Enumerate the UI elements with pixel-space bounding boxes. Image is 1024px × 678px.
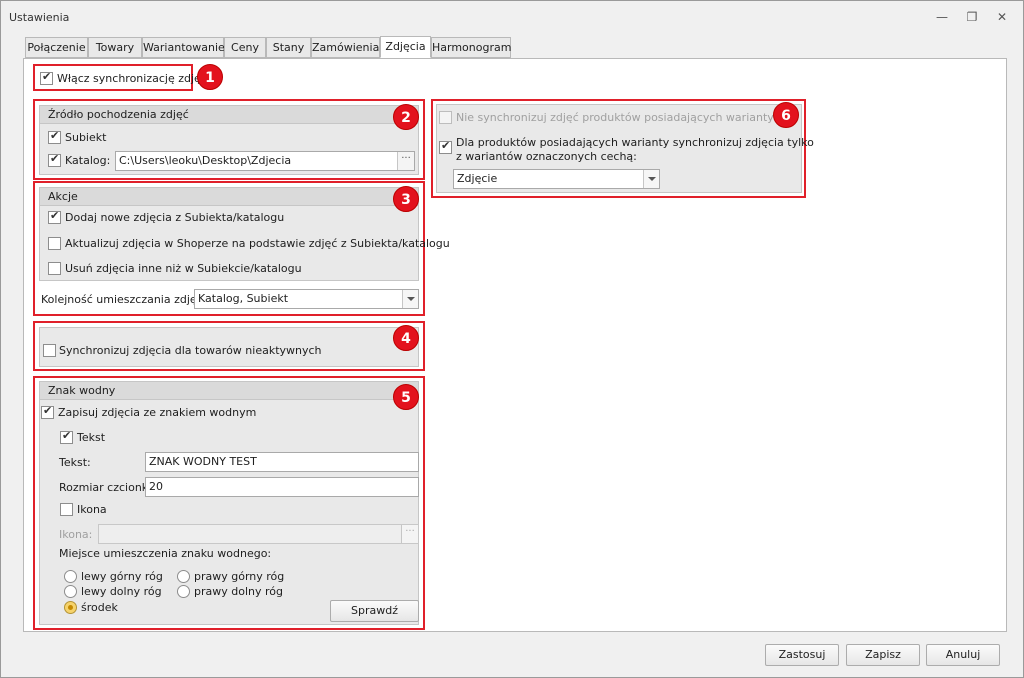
add-new-photos-checkbox[interactable] xyxy=(48,209,61,224)
watermark-icon-checkbox[interactable] xyxy=(60,503,73,516)
radio-bottom-right[interactable] xyxy=(177,585,190,598)
watermark-group-header: Znak wodny xyxy=(40,382,418,400)
tab-wariantowanie[interactable]: Wariantowanie xyxy=(142,37,225,58)
restore-icon[interactable]: ❐ xyxy=(965,10,979,24)
catalog-path-value: C:\Users\leoku\Desktop\Zdjecia xyxy=(119,154,292,167)
watermark-text-value: ZNAK WODNY TEST xyxy=(149,455,257,468)
watermark-save-checkbox[interactable] xyxy=(41,404,54,419)
tab-ceny[interactable]: Ceny xyxy=(224,37,266,58)
font-size-input[interactable]: 20 xyxy=(145,477,419,497)
watermark-text-label: Tekst: xyxy=(59,456,91,469)
source-catalog-label: Katalog: xyxy=(65,154,111,167)
font-size-value: 20 xyxy=(149,480,163,493)
title-bar: Ustawienia — ❐ ✕ xyxy=(1,1,1023,35)
annotation-badge-4: 4 xyxy=(393,325,419,351)
variant-feature-select[interactable]: Zdjęcie xyxy=(453,169,660,189)
radio-top-left-label: lewy górny róg xyxy=(81,570,163,583)
font-size-label: Rozmiar czcionki: xyxy=(59,481,155,494)
enable-sync-checkbox[interactable] xyxy=(40,70,53,85)
annotation-badge-1: 1 xyxy=(197,64,223,90)
placement-label: Miejsce umieszczenia znaku wodnego: xyxy=(59,547,272,560)
inactive-products-checkbox[interactable] xyxy=(43,344,56,357)
tab-harmonogram[interactable]: Harmonogram xyxy=(431,37,511,58)
remove-photos-label: Usuń zdjęcia inne niż w Subiekcie/katalo… xyxy=(65,262,302,275)
chevron-down-icon[interactable] xyxy=(643,170,659,188)
source-subiekt-checkbox[interactable] xyxy=(48,129,61,144)
watermark-icon-toggle-label: Ikona xyxy=(77,503,107,516)
catalog-path-input[interactable]: C:\Users\leoku\Desktop\Zdjecia ··· xyxy=(115,151,415,171)
watermark-text-checkbox[interactable] xyxy=(60,429,73,444)
update-photos-label: Aktualizuj zdjęcia w Shoperze na podstaw… xyxy=(65,237,450,250)
enable-sync-label: Włącz synchronizację zdjęć xyxy=(57,72,207,85)
browse-catalog-button[interactable]: ··· xyxy=(397,152,414,170)
radio-bottom-right-label: prawy dolny róg xyxy=(194,585,283,598)
settings-window: Ustawienia — ❐ ✕ Połączenie Towary Waria… xyxy=(0,0,1024,678)
tab-towary[interactable]: Towary xyxy=(88,37,142,58)
source-subiekt-label: Subiekt xyxy=(65,131,107,144)
save-button[interactable]: Zapisz xyxy=(846,644,920,666)
tab-zamowienia[interactable]: Zamówienia xyxy=(311,37,380,58)
tab-zdjecia[interactable]: Zdjęcia xyxy=(380,36,431,58)
radio-bottom-left-label: lewy dolny róg xyxy=(81,585,162,598)
watermark-text-toggle-label: Tekst xyxy=(77,431,106,444)
annotation-badge-6: 6 xyxy=(773,102,799,128)
cancel-button[interactable]: Anuluj xyxy=(926,644,1000,666)
apply-button[interactable]: Zastosuj xyxy=(765,644,839,666)
watermark-icon-label: Ikona: xyxy=(59,528,93,541)
annotation-badge-2: 2 xyxy=(393,104,419,130)
radio-center[interactable] xyxy=(64,601,77,614)
photo-order-value: Katalog, Subiekt xyxy=(198,292,289,305)
variant-feature-sync-label-line1: Dla produktów posiadających warianty syn… xyxy=(456,136,814,149)
source-group-header: Źródło pochodzenia zdjęć xyxy=(40,106,418,124)
watermark-save-label: Zapisuj zdjęcia ze znakiem wodnym xyxy=(58,406,257,419)
radio-center-label: środek xyxy=(81,601,118,614)
tab-polaczenie[interactable]: Połączenie xyxy=(25,37,88,58)
variant-feature-sync-checkbox[interactable] xyxy=(439,139,452,154)
photo-order-label: Kolejność umieszczania zdjęć: xyxy=(41,293,207,306)
actions-group-header: Akcje xyxy=(40,188,418,206)
watermark-icon-input[interactable]: ··· xyxy=(98,524,419,544)
radio-top-left[interactable] xyxy=(64,570,77,583)
no-variant-sync-label: Nie synchronizuj zdjęć produktów posiada… xyxy=(456,111,774,124)
add-new-photos-label: Dodaj nowe zdjęcia z Subiekta/katalogu xyxy=(65,211,285,224)
check-watermark-button[interactable]: Sprawdź xyxy=(330,600,419,622)
annotation-badge-3: 3 xyxy=(393,186,419,212)
source-catalog-checkbox[interactable] xyxy=(48,152,61,167)
browse-icon-button[interactable]: ··· xyxy=(401,525,418,543)
variant-feature-value: Zdjęcie xyxy=(457,172,498,185)
tab-stany[interactable]: Stany xyxy=(266,37,311,58)
radio-top-right-label: prawy górny róg xyxy=(194,570,285,583)
close-icon[interactable]: ✕ xyxy=(995,10,1009,24)
radio-top-right[interactable] xyxy=(177,570,190,583)
annotation-badge-5: 5 xyxy=(393,384,419,410)
inactive-products-label: Synchronizuj zdjęcia dla towarów nieakty… xyxy=(59,344,322,357)
radio-bottom-left[interactable] xyxy=(64,585,77,598)
window-title: Ustawienia xyxy=(9,11,70,24)
chevron-down-icon[interactable] xyxy=(402,290,418,308)
update-photos-checkbox[interactable] xyxy=(48,237,61,250)
remove-photos-checkbox[interactable] xyxy=(48,262,61,275)
minimize-icon[interactable]: — xyxy=(935,10,949,24)
watermark-text-input[interactable]: ZNAK WODNY TEST xyxy=(145,452,419,472)
no-variant-sync-checkbox[interactable] xyxy=(439,111,452,124)
variant-feature-sync-label-line2: z wariantów oznaczonych cechą: xyxy=(456,150,637,163)
photo-order-select[interactable]: Katalog, Subiekt xyxy=(194,289,419,309)
